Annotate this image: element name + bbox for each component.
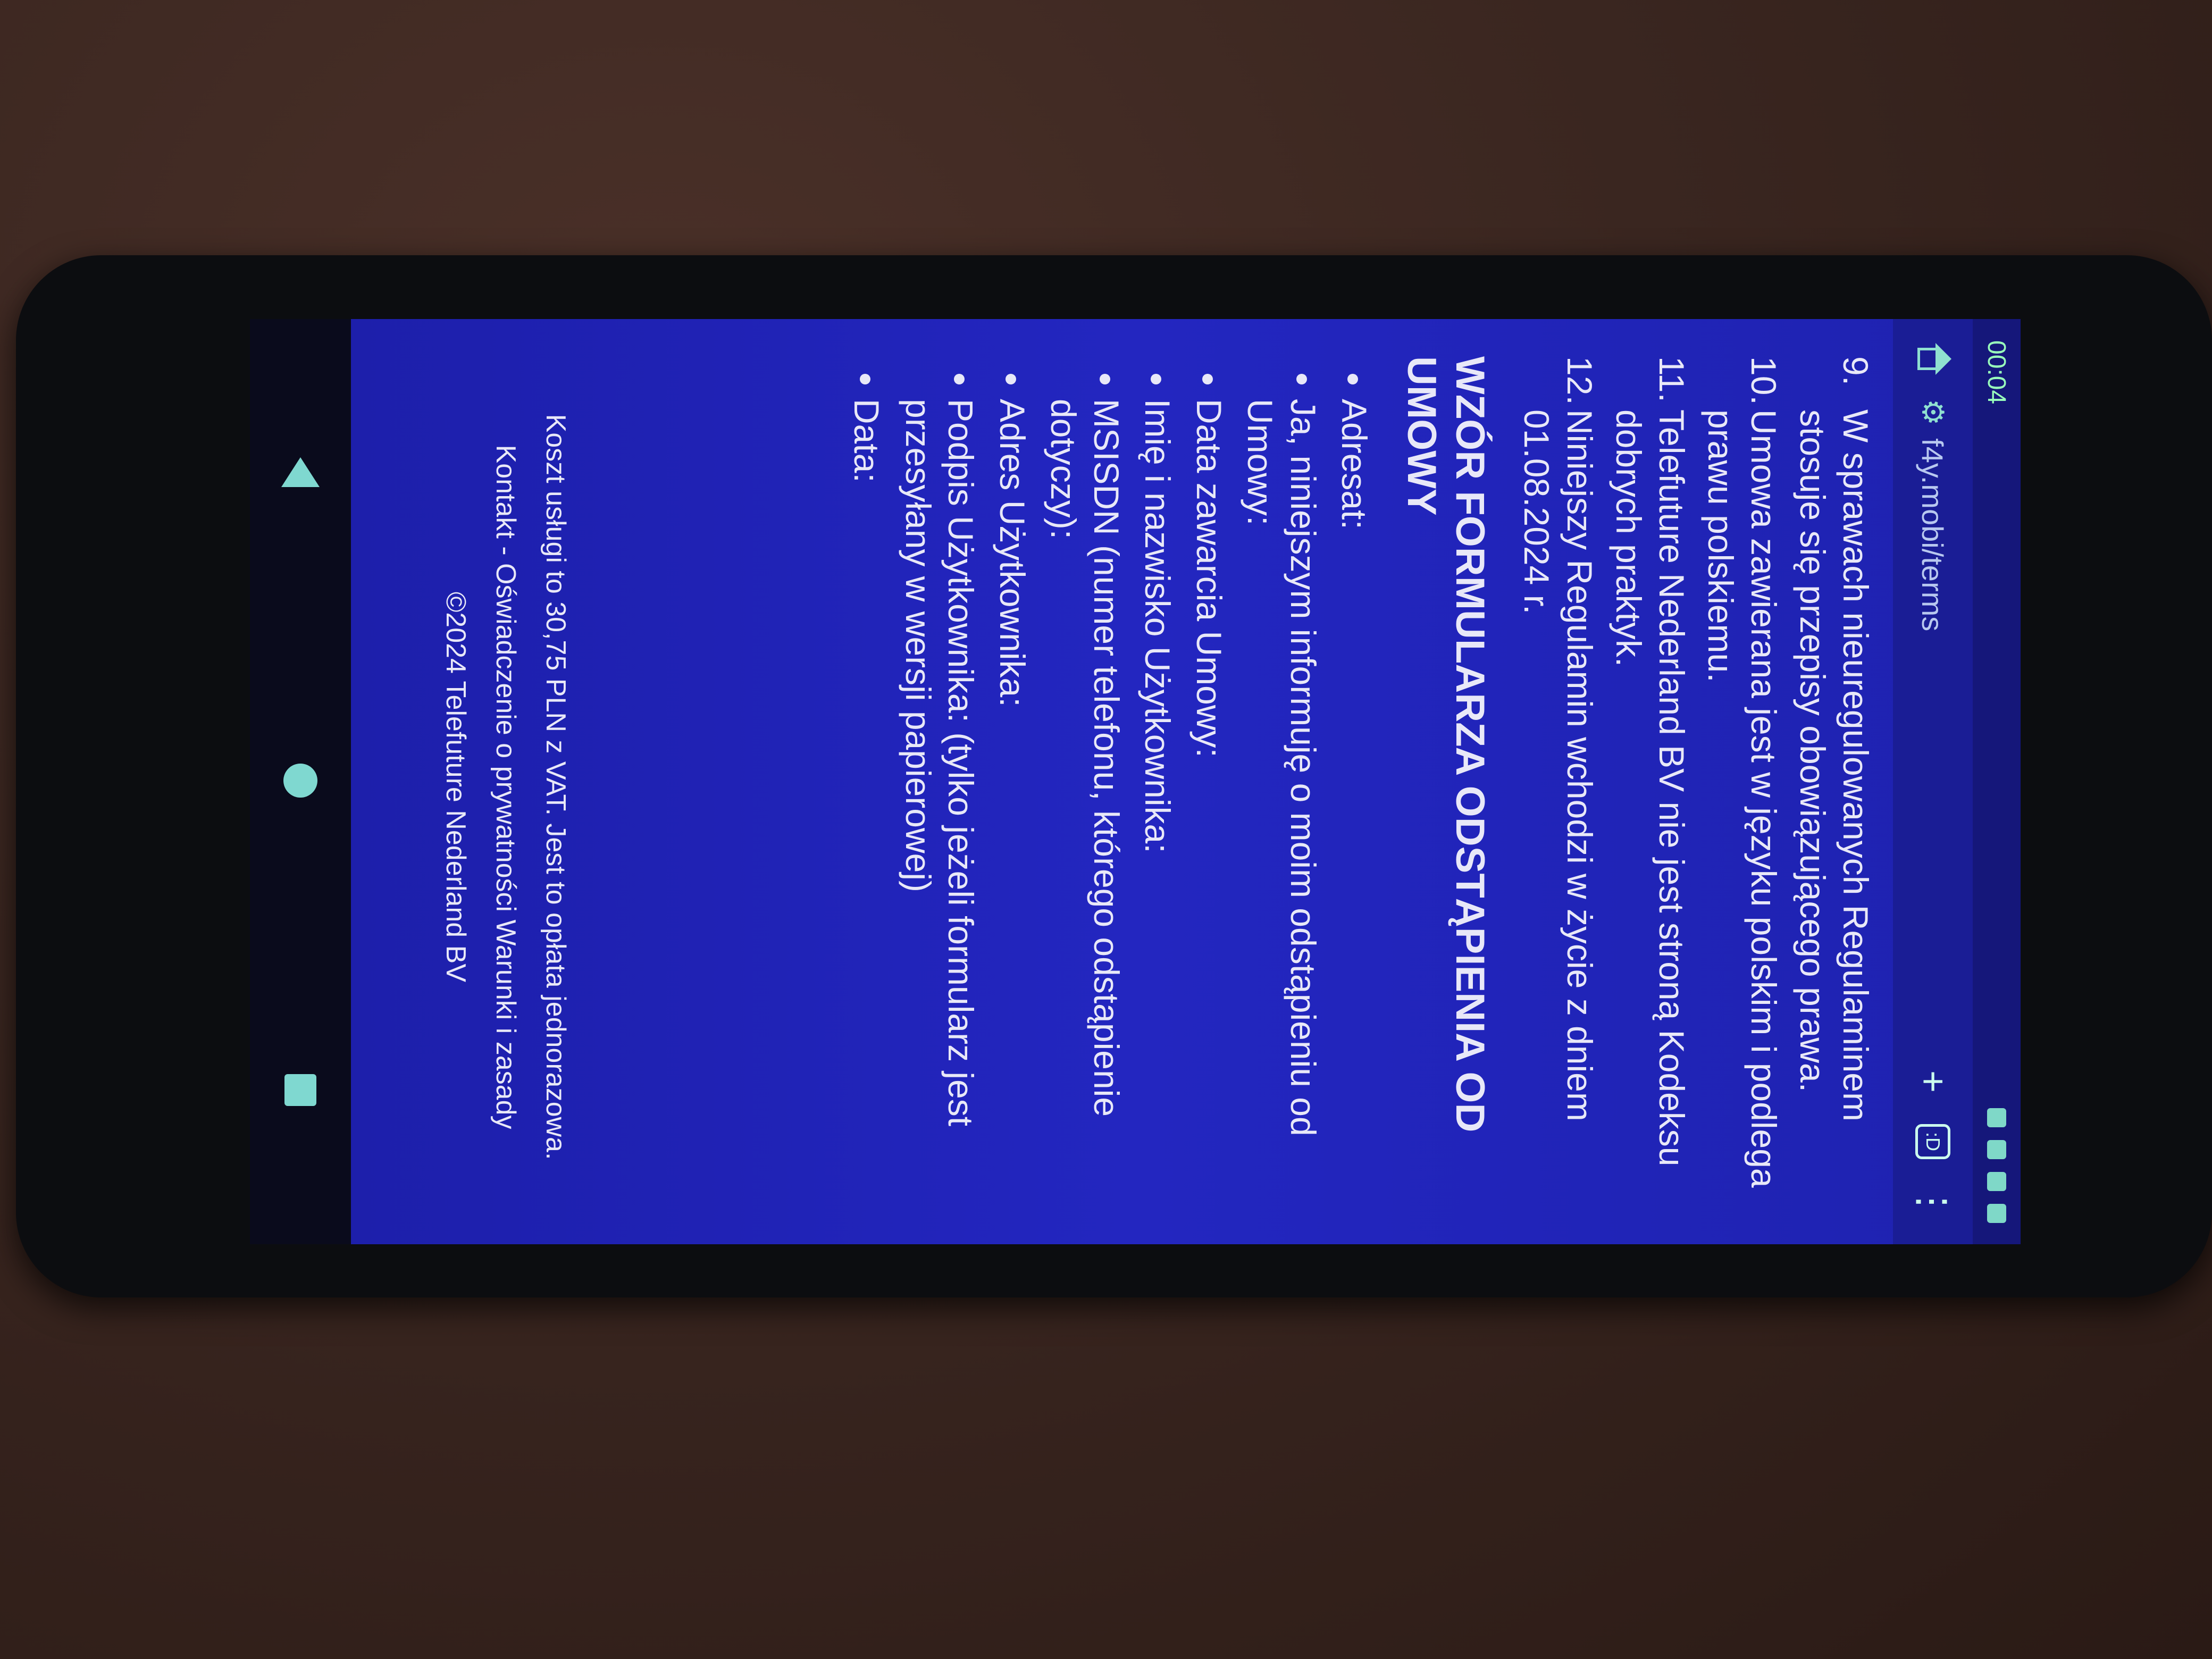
terms-item: 11. Telefuture Nederland BV nie jest str… [1607,356,1693,1218]
phone-screen: 00:04 ⚙ f4y.mobi/terms + :D ⋮ 9. W spraw… [250,319,2021,1244]
form-field-label: Adres Użytkownika: [991,399,1034,1218]
terms-item-number: 9. [1836,356,1875,386]
menu-button[interactable]: ⋮ [1911,1180,1955,1223]
terms-item-number: 10. [1744,356,1783,405]
page-footer: Koszt usługi to 30,75 PLN z VAT. Jest to… [424,356,574,1218]
url-text: f4y.mobi/terms [1916,438,1950,632]
form-field-label: Imię i nazwisko Użytkownika: [1136,399,1179,1218]
copyright-text: ©2024 Telefuture Nederland BV [440,591,471,983]
screen-content: 00:04 ⚙ f4y.mobi/terms + :D ⋮ 9. W spraw… [250,319,2021,1244]
address-bar[interactable]: ⚙ f4y.mobi/terms [1906,399,1959,1039]
wifi-icon [1987,1172,2006,1191]
site-settings-icon[interactable]: ⚙ [1915,399,1950,425]
form-field-label: MSISDN (numer telefonu, którego odstąpie… [1042,399,1128,1218]
tabs-button[interactable]: :D [1915,1124,1950,1159]
new-tab-button[interactable]: + [1911,1060,1955,1103]
terms-item-number: 12. [1560,356,1599,405]
terms-content: 9. W sprawach nieuregulowanych Regulamin… [837,356,1877,1218]
form-field-label: Podpis Użytkownika: (tylko jeżeli formul… [896,399,982,1218]
form-field-label: Ja, niniejszym informuję o moim odstąpie… [1239,399,1325,1218]
footer-links[interactable]: Kontakt - Oświadczenie o prywatności War… [487,356,524,1218]
form-field-label: Data: [845,399,889,1218]
status-icons [1987,1108,2006,1223]
battery-icon [1987,1204,2006,1223]
back-icon[interactable] [281,457,320,487]
notification-icon [1987,1108,2006,1127]
status-bar: 00:04 [1973,319,2021,1244]
home-circle-icon[interactable] [283,764,317,798]
terms-item-text: Telefuture Nederland BV nie jest stroną … [1609,409,1691,1167]
status-time: 00:04 [1982,340,2011,405]
service-cost-text: Koszt usługi to 30,75 PLN z VAT. Jest to… [540,414,571,1160]
terms-item: 9. W sprawach nieuregulowanych Regulamin… [1791,356,1877,1218]
terms-item-number: 11. [1652,356,1691,403]
notification-icon [1987,1140,2006,1159]
recent-apps-icon[interactable] [284,1074,316,1106]
browser-toolbar: ⚙ f4y.mobi/terms + :D ⋮ [1893,319,1973,1244]
terms-list: 9. W sprawach nieuregulowanych Regulamin… [1515,356,1877,1218]
background-surface: 00:04 ⚙ f4y.mobi/terms + :D ⋮ 9. W spraw… [0,0,2212,1659]
home-icon[interactable] [1914,340,1951,378]
terms-item-text: W sprawach nieuregulowanych Regulaminem … [1793,409,1875,1121]
terms-item: 12. Niniejszy Regulamin wchodzi w życie … [1515,356,1601,1218]
withdrawal-form-heading: WZÓR FORMULARZA ODSTĄPIENIA OD UMOWY [1398,356,1493,1133]
form-field-label: Adresat: [1333,399,1376,1218]
terms-item-text: Niniejszy Regulamin wchodzi w życie z dn… [1517,409,1599,1121]
form-field-label: Data zawarcia Umowy: [1187,399,1230,1218]
android-navigation-bar [250,319,351,1244]
terms-item: 10. Umowa zawierana jest w języku polski… [1699,356,1785,1218]
terms-item-text: Umowa zawierana jest w języku polskim i … [1701,409,1783,1188]
withdrawal-form-fields: Adresat: Ja, niniejszym informuję o moim… [845,356,1376,1218]
